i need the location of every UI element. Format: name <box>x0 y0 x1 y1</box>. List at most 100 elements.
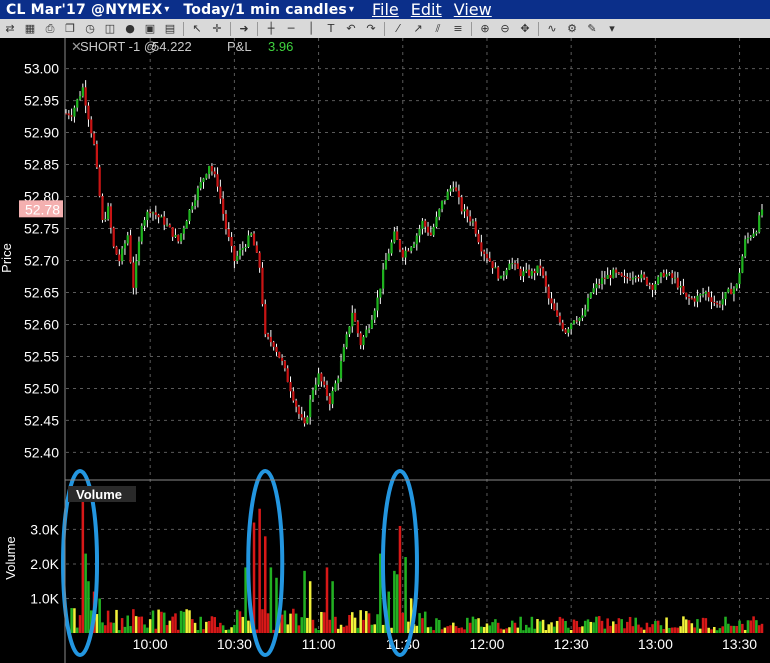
ray-icon[interactable]: ↗ <box>411 22 425 36</box>
volume-bar <box>516 627 520 633</box>
redo-icon[interactable]: ↷ <box>364 22 378 36</box>
zoom-out-icon[interactable]: ⊖ <box>498 22 512 36</box>
circle-icon[interactable]: ● <box>123 22 137 36</box>
volume-bar <box>457 627 461 633</box>
menu-edit[interactable]: Edit <box>411 0 442 19</box>
volume-bar <box>118 630 121 633</box>
volume-bar <box>81 491 85 633</box>
volume-bar <box>75 627 79 633</box>
candle <box>95 140 98 169</box>
volume-bar <box>289 613 292 633</box>
volume-bar <box>314 628 318 633</box>
volume-bar <box>202 629 205 633</box>
volume-bar <box>550 622 553 633</box>
candle <box>98 164 101 198</box>
volume-bar <box>300 617 304 633</box>
toolbar-separator <box>257 21 258 36</box>
volume-bar <box>707 627 710 633</box>
volume-bar <box>749 620 753 633</box>
volume-bar <box>746 620 750 633</box>
volume-bar <box>415 625 419 633</box>
chevron-down-icon[interactable]: ▾ <box>605 22 619 36</box>
volume-bar <box>221 625 225 633</box>
menu-file[interactable]: File <box>372 0 399 19</box>
volume-bar <box>561 618 565 633</box>
volume-bar <box>193 622 197 633</box>
volume-bar <box>738 620 741 633</box>
pan-icon[interactable]: ✥ <box>518 22 532 36</box>
chevron-down-icon[interactable]: ▾ <box>164 4 169 15</box>
volume-bar <box>760 623 764 633</box>
arrow-icon[interactable]: ⇄ <box>3 22 17 36</box>
channel-icon[interactable]: ⫽ <box>431 22 445 36</box>
pl-label: P&L <box>227 39 252 54</box>
volume-bar <box>95 614 99 633</box>
window-icon[interactable]: ▣ <box>143 22 157 36</box>
volume-bar <box>544 630 548 633</box>
volume-bar <box>182 611 186 633</box>
volume-bar <box>446 626 449 633</box>
tools-icon[interactable]: ✎ <box>585 22 599 36</box>
volume-bar <box>160 611 163 633</box>
layout-icon[interactable]: ▤ <box>163 22 177 36</box>
chart-area[interactable]: 53.0052.9552.9052.8552.8052.7552.7052.65… <box>0 38 770 663</box>
grid-icon[interactable]: ▦ <box>23 22 37 36</box>
fib-icon[interactable]: ≡ <box>451 22 465 36</box>
volume-bar <box>359 610 362 633</box>
text-icon[interactable]: T <box>324 22 338 36</box>
price-tick-label: 52.45 <box>24 412 59 428</box>
time-tick-label: 10:30 <box>217 636 252 652</box>
indicator-icon[interactable]: ∿ <box>545 22 559 36</box>
volume-bar <box>395 574 399 633</box>
hline-icon[interactable]: ─ <box>284 22 298 36</box>
volume-bar <box>547 624 550 633</box>
candle <box>101 193 104 223</box>
trendline-icon[interactable]: ⁄ <box>391 22 405 36</box>
crosshair-line-icon[interactable]: ┼ <box>264 22 278 36</box>
volume-bar <box>292 608 295 633</box>
volume-bar <box>188 610 191 633</box>
price-tick-label: 52.70 <box>24 253 59 269</box>
volume-bar <box>418 613 421 633</box>
volume-bar <box>230 627 233 633</box>
candle <box>261 262 264 307</box>
volume-bar <box>381 624 385 633</box>
volume-bar <box>508 627 511 633</box>
crosshair-icon[interactable]: ✛ <box>210 22 224 36</box>
volume-bar <box>356 627 360 633</box>
cursor-icon[interactable]: ↖ <box>190 22 204 36</box>
volume-bar <box>306 617 309 633</box>
volume-bar <box>606 618 609 633</box>
volume-bar <box>185 609 188 633</box>
volume-bar <box>280 614 284 633</box>
copy-icon[interactable]: ❐ <box>63 22 77 36</box>
chevron-down-icon[interactable]: ▾ <box>349 4 354 15</box>
vline-icon[interactable]: │ <box>304 22 318 36</box>
volume-bar <box>698 628 702 633</box>
volume-bar <box>168 620 172 633</box>
volume-bar <box>449 625 452 633</box>
volume-bar <box>238 611 242 633</box>
volume-bar <box>154 628 158 633</box>
undo-icon[interactable]: ↶ <box>344 22 358 36</box>
zoom-in-icon[interactable]: ⊕ <box>478 22 492 36</box>
print-icon[interactable]: ⎙ <box>43 22 57 36</box>
volume-bar <box>468 622 472 633</box>
volume-bar <box>668 627 671 633</box>
volume-bar <box>741 623 744 633</box>
volume-bar <box>553 626 556 633</box>
go-icon[interactable]: ➜ <box>237 22 251 36</box>
volume-bar <box>634 617 637 633</box>
time-tick-label: 13:00 <box>638 636 673 652</box>
volume-bar <box>393 570 396 633</box>
volume-bar <box>350 612 354 633</box>
menu-view[interactable]: View <box>454 0 492 19</box>
volume-title: Volume <box>68 486 136 502</box>
volume-bar <box>460 627 463 633</box>
settings-icon[interactable]: ⚙ <box>565 22 579 36</box>
volume-bar <box>112 622 115 633</box>
interval-label[interactable]: Today/1 min candles <box>183 2 347 18</box>
chart-icon[interactable]: ◫ <box>103 22 117 36</box>
clock-icon[interactable]: ◷ <box>83 22 97 36</box>
volume-tick-label: 2.0K <box>30 556 59 572</box>
